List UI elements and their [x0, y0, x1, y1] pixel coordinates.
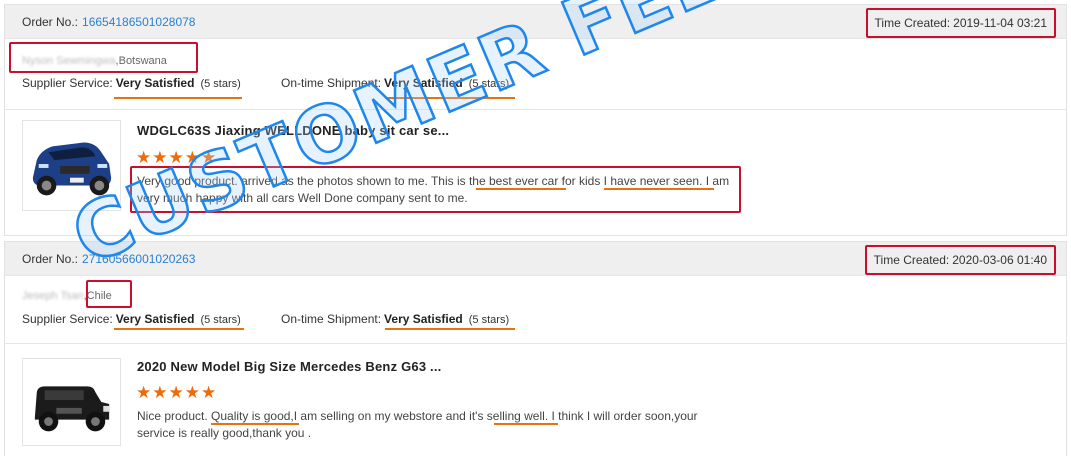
supplier-rating-label: Supplier Service: [22, 76, 113, 90]
supplier-rating: Supplier Service: Very Satisfied (5 stars) [22, 76, 241, 90]
order-card: Order No.: 27160566001020263 Time Created… [4, 241, 1067, 456]
shipment-rating-stars: (5 stars) [468, 78, 510, 90]
order-number-link[interactable]: 27160566001020263 [82, 252, 195, 266]
order-number-label: Order No.: [22, 15, 79, 29]
blue-ride-on-car-image [23, 121, 120, 210]
time-created-label: Time Created: [874, 16, 951, 30]
time-created-value: 2020-03-06 01:40 [952, 253, 1047, 267]
shipment-rating: On-time Shipment: Very Satisfied (5 stars) [281, 76, 509, 90]
order-card: Order No.: 16654186501028078 Time Created… [4, 4, 1067, 236]
order-number: Order No.: 16654186501028078 [22, 15, 195, 29]
time-created-label: Time Created: [873, 253, 950, 267]
time-created: Time Created: 2020-03-06 01:40 [864, 245, 1056, 275]
underline-mark [114, 328, 244, 330]
order-number-label: Order No.: [22, 252, 79, 266]
order-header: Order No.: 27160566001020263 Time Created… [5, 242, 1066, 276]
order-header: Order No.: 16654186501028078 Time Created… [5, 5, 1066, 39]
supplier-rating-level: Very Satisfied [115, 76, 195, 90]
shipment-rating-label: On-time Shipment: [281, 312, 382, 326]
supplier-rating-stars: (5 stars) [200, 314, 241, 326]
underline-mark [211, 423, 299, 425]
highlight-box [86, 280, 132, 308]
underline-mark [385, 328, 515, 330]
underline-mark [476, 188, 566, 190]
supplier-rating: Supplier Service: Very Satisfied (5 stars) [22, 312, 241, 326]
shipment-rating-level: Very Satisfied [384, 312, 463, 326]
order-number: Order No.: 27160566001020263 [22, 252, 195, 266]
underline-mark [494, 423, 558, 425]
order-number-link[interactable]: 16654186501028078 [82, 15, 195, 29]
underline-mark [604, 188, 714, 190]
shipment-rating: On-time Shipment: Very Satisfied (5 stars) [281, 312, 509, 326]
rating-stars: ★★★★★ [136, 148, 218, 167]
divider [5, 109, 1066, 110]
underline-mark [114, 97, 242, 99]
product-title[interactable]: 2020 New Model Big Size Mercedes Benz G6… [137, 359, 442, 374]
buyer-name: Jeseph Tsan [22, 290, 84, 302]
shipment-rating-stars: (5 stars) [468, 314, 510, 326]
product-image[interactable] [22, 120, 121, 211]
product-image[interactable] [22, 358, 121, 446]
divider [5, 343, 1066, 344]
rating-stars: ★★★★★ [136, 383, 218, 402]
time-created-value: 2019-11-04 03:21 [953, 16, 1047, 30]
highlight-box [9, 42, 198, 73]
product-title[interactable]: WDGLC63S Jiaxing WELLDONE baby sit car s… [137, 123, 449, 138]
review-text: Nice product. Quality is good,I am selli… [137, 409, 698, 440]
shipment-rating-level: Very Satisfied [384, 76, 463, 90]
black-ride-on-suv-image [23, 359, 120, 445]
supplier-rating-level: Very Satisfied [115, 312, 195, 326]
shipment-rating-label: On-time Shipment: [281, 76, 382, 90]
supplier-rating-label: Supplier Service: [22, 312, 113, 326]
underline-mark [385, 97, 515, 99]
time-created: Time Created: 2019-11-04 03:21 [865, 8, 1056, 38]
supplier-rating-stars: (5 stars) [200, 78, 241, 90]
